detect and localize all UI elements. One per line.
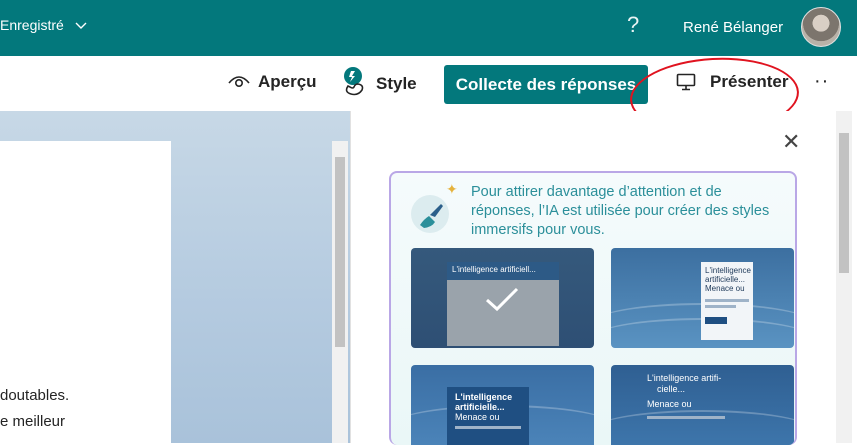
panel-scrollbar-thumb[interactable] — [839, 133, 849, 273]
style-option-title-1: L'intelligence — [705, 266, 752, 275]
style-option-title: L'intelligence artificiell... — [447, 262, 559, 280]
style-option-2[interactable]: L'intelligence artificielle... Menace ou — [611, 248, 794, 348]
style-option-title-3: Menace ou — [705, 284, 745, 293]
sparkle-icon: ✦ — [446, 181, 458, 197]
ai-styles-card: ✦ Pour attirer davantage d’attention et … — [389, 171, 797, 445]
style-option-title-3: Menace ou — [455, 412, 500, 422]
style-panel: ✕ ✦ Pour attirer davantage d’attention e… — [350, 111, 835, 445]
panel-scrollbar[interactable] — [836, 111, 852, 443]
style-option-card: L'intelligence artificielle... Menace ou — [447, 387, 529, 445]
ai-message: Pour attirer davantage d’attention et de… — [471, 184, 770, 238]
collect-responses-button[interactable]: Collecte des réponses — [444, 65, 648, 104]
save-status-label: Enregistré — [0, 17, 64, 33]
preview-label: Aperçu — [258, 72, 317, 91]
form-scrollbar[interactable] — [332, 141, 348, 443]
avatar[interactable] — [801, 7, 841, 47]
style-option-title-1: L'intelligence artifi- — [647, 373, 722, 383]
palette-icon — [344, 67, 364, 96]
help-icon[interactable]: ? — [627, 12, 639, 38]
style-option-title-2: artificielle... — [455, 402, 505, 412]
style-option-title-1: L'intelligence — [455, 392, 513, 402]
chevron-down-icon — [75, 22, 87, 29]
form-scrollbar-thumb[interactable] — [335, 157, 345, 347]
top-bar: Enregistré ? René Bélanger — [0, 0, 857, 56]
style-label: Style — [376, 74, 417, 93]
preview-button[interactable]: Aperçu — [228, 72, 317, 92]
ai-brush-icon — [411, 195, 449, 233]
style-option-title-3: Menace ou — [647, 399, 692, 409]
style-option-title-2: cielle... — [657, 384, 686, 394]
style-option-title-2: artificielle... — [705, 275, 746, 284]
form-text-line-2: e meilleur — [0, 413, 66, 430]
style-option-3[interactable]: L'intelligence artificielle... Menace ou — [411, 365, 594, 445]
eye-icon — [228, 76, 250, 88]
style-option-1[interactable]: L'intelligence artificiell... — [411, 248, 594, 348]
form-text-line-1: doutables. — [0, 387, 70, 404]
more-options-icon[interactable]: ·· — [814, 70, 829, 93]
style-option-card: L'intelligence artifi- cielle... Menace … — [647, 373, 777, 419]
save-status-dropdown[interactable]: Enregistré — [0, 17, 88, 33]
style-button[interactable]: Style — [342, 66, 417, 96]
checkmark-icon — [485, 287, 519, 312]
style-option-card: L'intelligence artificielle... Menace ou — [701, 262, 753, 340]
style-option-4[interactable]: L'intelligence artifi- cielle... Menace … — [611, 365, 794, 445]
user-name[interactable]: René Bélanger — [683, 19, 783, 36]
close-icon[interactable]: ✕ — [782, 129, 800, 155]
